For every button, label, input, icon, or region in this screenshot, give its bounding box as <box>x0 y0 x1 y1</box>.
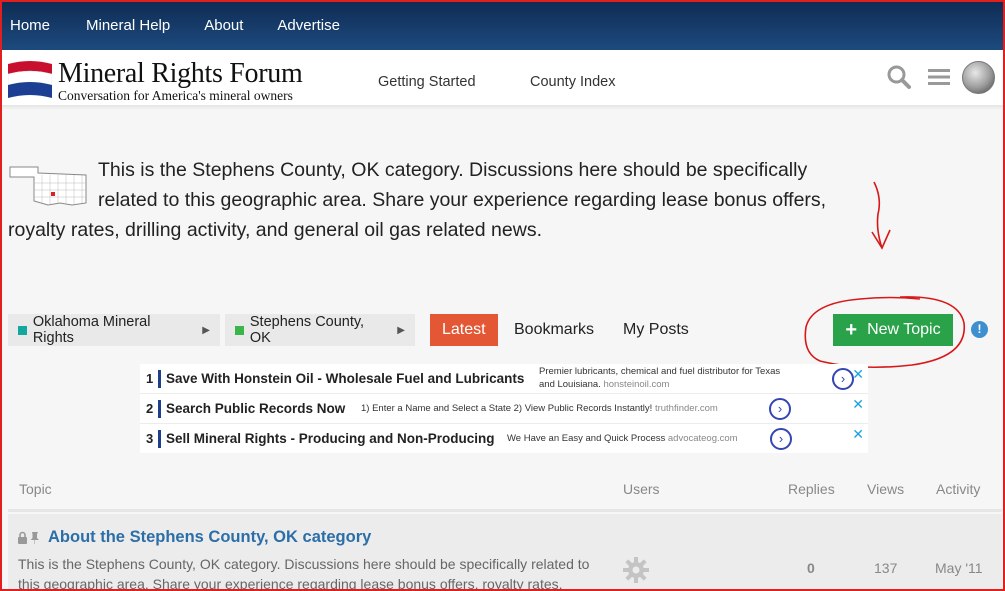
ad-block: 1 Save With Honstein Oil - Wholesale Fue… <box>140 364 868 453</box>
site-logo[interactable]: Mineral Rights Forum Conversation for Am… <box>8 56 328 103</box>
ad-divider <box>158 370 161 388</box>
flag-icon <box>8 61 52 98</box>
ad-divider <box>158 400 161 418</box>
topic-table-header: Topic Users Replies Views Activity <box>8 478 1002 512</box>
topic-excerpt: This is the Stephens County, OK category… <box>18 556 590 591</box>
ad-arrow-icon[interactable]: › <box>770 428 792 450</box>
lock-pin-icon <box>18 531 39 544</box>
oklahoma-map-icon <box>9 166 87 206</box>
user-avatar[interactable] <box>962 61 995 94</box>
tab-bookmarks[interactable]: Bookmarks <box>514 314 594 346</box>
column-replies[interactable]: Replies <box>788 481 835 497</box>
gear-icon[interactable] <box>622 556 650 584</box>
column-views[interactable]: Views <box>867 481 904 497</box>
annotation-arrow-icon <box>871 181 891 250</box>
ad-title[interactable]: Search Public Records Now <box>166 401 345 416</box>
ad-arrow-icon[interactable]: › <box>769 398 791 420</box>
ad-arrow-icon[interactable]: › <box>832 368 854 390</box>
nav-advertise-link[interactable]: Advertise <box>277 17 340 34</box>
caret-right-icon: ▶ <box>397 324 405 336</box>
ad-domain: advocateog.com <box>667 433 738 444</box>
ad-text: Premier lubricants, chemical and fuel di… <box>539 366 781 377</box>
category-description-text: This is the Stephens County, OK category… <box>8 159 827 241</box>
ad-number: 3 <box>146 431 154 446</box>
breadcrumb-parent-category[interactable]: Oklahoma Mineral Rights ▶ <box>8 314 220 346</box>
category-color-badge <box>235 325 244 335</box>
site-header: Mineral Rights Forum Conversation for Am… <box>0 50 1005 106</box>
category-description: This is the Stephens County, OK category… <box>8 155 838 245</box>
info-icon[interactable]: ! <box>971 321 988 338</box>
logo-tagline: Conversation for America's mineral owner… <box>58 88 293 103</box>
ad-row[interactable]: 3 Sell Mineral Rights - Producing and No… <box>140 424 868 454</box>
ad-text-line: 1) Enter a Name and Select a State 2) Vi… <box>361 403 718 414</box>
topic-title-link[interactable]: About the Stephens County, OK category <box>48 528 371 547</box>
tab-latest[interactable]: Latest <box>430 314 498 346</box>
category-color-badge <box>18 325 27 335</box>
caret-right-icon: ▶ <box>202 324 210 336</box>
hamburger-menu-icon[interactable] <box>926 64 952 90</box>
ad-close-icon[interactable]: ✕ <box>852 396 864 413</box>
ad-close-icon[interactable]: ✕ <box>852 366 864 383</box>
ad-number: 2 <box>146 401 154 416</box>
activity-date[interactable]: May '11 <box>935 560 983 576</box>
ad-divider <box>158 430 161 448</box>
breadcrumb-subcategory[interactable]: Stephens County, OK ▶ <box>225 314 415 346</box>
breadcrumb-label: Stephens County, OK <box>249 314 365 346</box>
county-index-link[interactable]: County Index <box>530 74 615 90</box>
replies-count: 0 <box>807 560 815 576</box>
ad-text-line2: and Louisiana. honsteinoil.com <box>539 379 669 390</box>
getting-started-link[interactable]: Getting Started <box>378 74 476 90</box>
ad-domain: truthfinder.com <box>654 403 718 414</box>
ad-title[interactable]: Save With Honstein Oil - Wholesale Fuel … <box>166 371 524 386</box>
ad-text-continued: and Louisiana. <box>539 379 601 390</box>
breadcrumb-label: Oklahoma Mineral Rights <box>32 314 151 346</box>
top-nav-bar: Home Mineral Help About Advertise <box>0 0 1005 50</box>
ad-domain: honsteinoil.com <box>603 379 670 390</box>
ad-row[interactable]: 2 Search Public Records Now 1) Enter a N… <box>140 394 868 424</box>
ad-close-icon[interactable]: ✕ <box>852 426 864 443</box>
ad-row[interactable]: 1 Save With Honstein Oil - Wholesale Fue… <box>140 364 868 394</box>
column-activity[interactable]: Activity <box>936 481 980 497</box>
column-users: Users <box>623 481 660 497</box>
logo-title: Mineral Rights Forum <box>58 58 303 89</box>
views-count: 137 <box>874 560 898 576</box>
nav-home-link[interactable]: Home <box>10 17 50 34</box>
search-icon[interactable] <box>886 64 912 90</box>
nav-about-link[interactable]: About <box>204 17 243 34</box>
ad-title[interactable]: Sell Mineral Rights - Producing and Non-… <box>166 431 495 446</box>
ad-text: 1) Enter a Name and Select a State 2) Vi… <box>361 403 653 414</box>
nav-mineral-help-link[interactable]: Mineral Help <box>86 17 170 34</box>
ad-text: We Have an Easy and Quick Process <box>507 433 666 444</box>
ad-text-line: We Have an Easy and Quick Process advoca… <box>507 433 738 444</box>
column-topic[interactable]: Topic <box>19 481 52 497</box>
ad-number: 1 <box>146 371 154 386</box>
tab-my-posts[interactable]: My Posts <box>623 314 689 346</box>
annotation-circle-icon <box>804 296 965 369</box>
table-row[interactable]: About the Stephens County, OK category T… <box>8 514 1002 591</box>
